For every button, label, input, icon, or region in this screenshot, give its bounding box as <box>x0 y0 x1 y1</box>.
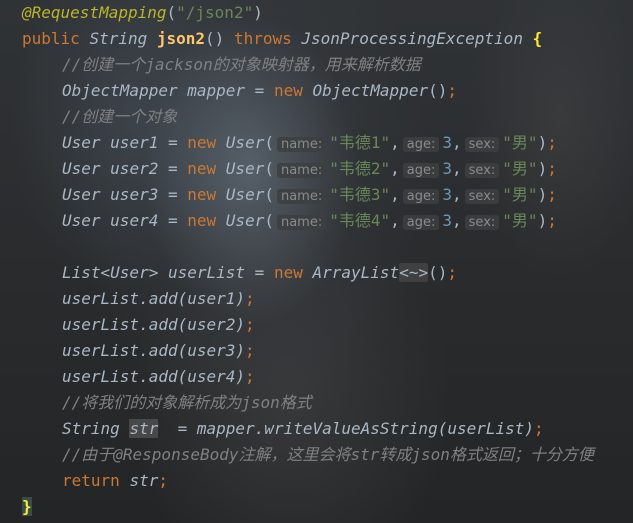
user-name-arg: "韦德3" <box>329 185 391 204</box>
comment-text: //创建一个对象 <box>62 107 178 126</box>
param-hint-age: age: <box>402 137 440 152</box>
user-age-arg: 3 <box>442 133 453 152</box>
comment-text: //由于@ResponseBody注解，这里会将str转成json格式返回；十分… <box>62 445 594 464</box>
user-type-token: User <box>62 211 101 230</box>
code-editor[interactable]: @RequestMapping("/json2") public String … <box>0 0 633 523</box>
str-var-token: str <box>129 419 159 438</box>
method-name-token: json2 <box>156 29 206 48</box>
user-var-token: user4 <box>110 211 159 230</box>
code-line-comment: //将我们的对象解析成为json格式 <box>62 390 312 416</box>
param-hint-name: name: <box>276 189 327 204</box>
arraylist-token: ArrayList <box>312 263 400 282</box>
user-name-arg: "韦德2" <box>329 159 391 178</box>
param-hint-age: age: <box>402 189 440 204</box>
param-hint-name: name: <box>276 137 327 152</box>
user-age-arg: 3 <box>442 211 453 230</box>
param-hint-name: name: <box>276 163 327 178</box>
user-sex-arg: "男" <box>502 133 538 152</box>
keyword-new: new <box>273 81 303 100</box>
code-line-add-call: userList.add(user1); <box>62 289 255 308</box>
code-line-comment: //创建一个对象 <box>62 104 177 130</box>
code-line-add-call: userList.add(user3); <box>62 341 255 360</box>
code-line-method-signature: public String json2() throws JsonProcess… <box>22 29 543 48</box>
user-sex-arg: "男" <box>502 159 538 178</box>
user-name-arg: "韦德1" <box>329 133 391 152</box>
code-line-list-decl: List<User> userList = new ArrayList<~>()… <box>62 263 457 282</box>
code-line-user-decl: User user4 = new User(name: "韦德4", age: 3, s… <box>62 211 557 230</box>
mapper-type-token: ObjectMapper <box>62 81 178 100</box>
user-type-token: User <box>62 159 101 178</box>
keyword-throws: throws <box>233 29 292 48</box>
list-var-token: userList <box>167 263 246 282</box>
annotation-token: @RequestMapping <box>22 3 167 22</box>
param-hint-sex: sex: <box>464 189 500 204</box>
exception-token: JsonProcessingException <box>301 29 523 48</box>
return-var-token: str <box>129 471 159 490</box>
user-ctor-token: User <box>225 211 265 230</box>
write-call-token: mapper.writeValueAsString(userList) <box>196 419 535 438</box>
code-line-str-assign: String str = mapper.writeValueAsString(u… <box>62 419 544 438</box>
param-hint-sex: sex: <box>464 137 500 152</box>
user-type-token: User <box>62 133 101 152</box>
param-hint-name: name: <box>276 215 327 230</box>
code-line-user-decl: User user3 = new User(name: "韦德3", age: 3, s… <box>62 185 557 204</box>
comment-text: //创建一个jackson的对象映射器，用来解析数据 <box>62 55 421 74</box>
user-name-arg: "韦德4" <box>329 211 391 230</box>
user-ctor-token: User <box>225 159 265 178</box>
diamond-operator: <~> <box>399 263 429 282</box>
code-line-add-call: userList.add(user4); <box>62 367 255 386</box>
annotation-arg-token: "/json2" <box>176 3 254 22</box>
user-sex-arg: "男" <box>502 211 538 230</box>
keyword-public: public <box>22 29 80 48</box>
add-call-token: userList.add(user4) <box>62 367 246 386</box>
param-hint-sex: sex: <box>464 215 500 230</box>
code-line-user-decl: User user1 = new User(name: "韦德1", age: 3, s… <box>62 133 557 152</box>
param-hint-age: age: <box>402 215 440 230</box>
keyword-new: new <box>187 159 217 178</box>
list-type-token: List<User> <box>62 263 159 282</box>
param-hint-sex: sex: <box>464 163 500 178</box>
keyword-new: new <box>187 185 217 204</box>
user-type-token: User <box>62 185 101 204</box>
comment-text: //将我们的对象解析成为json格式 <box>62 393 312 412</box>
mapper-ctor-token: ObjectMapper <box>312 81 429 100</box>
code-line-comment: //创建一个jackson的对象映射器，用来解析数据 <box>62 52 421 78</box>
add-call-token: userList.add(user3) <box>62 341 246 360</box>
keyword-new: new <box>187 133 217 152</box>
add-call-token: userList.add(user2) <box>62 315 246 334</box>
param-hint-age: age: <box>402 163 440 178</box>
code-line-mapper: ObjectMapper mapper = new ObjectMapper()… <box>62 81 457 100</box>
str-type-token: String <box>62 419 120 438</box>
keyword-return: return <box>62 471 120 490</box>
user-var-token: user3 <box>110 185 159 204</box>
code-line-comment: //由于@ResponseBody注解，这里会将str转成json格式返回；十分… <box>62 442 594 468</box>
keyword-new: new <box>273 263 303 282</box>
user-age-arg: 3 <box>442 185 453 204</box>
user-var-token: user2 <box>110 159 159 178</box>
add-call-token: userList.add(user1) <box>62 289 246 308</box>
user-ctor-token: User <box>225 133 265 152</box>
code-line-user-decl: User user2 = new User(name: "韦德2", age: 3, s… <box>62 159 557 178</box>
code-line-add-call: userList.add(user2); <box>62 315 255 334</box>
open-brace: { <box>532 29 543 48</box>
user-sex-arg: "男" <box>502 185 538 204</box>
return-type-token: String <box>89 29 148 48</box>
code-line-close: } <box>22 494 32 520</box>
user-age-arg: 3 <box>442 159 453 178</box>
code-line-annotation: @RequestMapping("/json2") <box>22 3 263 22</box>
close-brace: } <box>22 497 32 516</box>
code-line-return: return str; <box>62 471 168 490</box>
mapper-var-token: mapper <box>187 81 246 100</box>
user-ctor-token: User <box>225 185 265 204</box>
user-var-token: user1 <box>110 133 159 152</box>
keyword-new: new <box>187 211 217 230</box>
